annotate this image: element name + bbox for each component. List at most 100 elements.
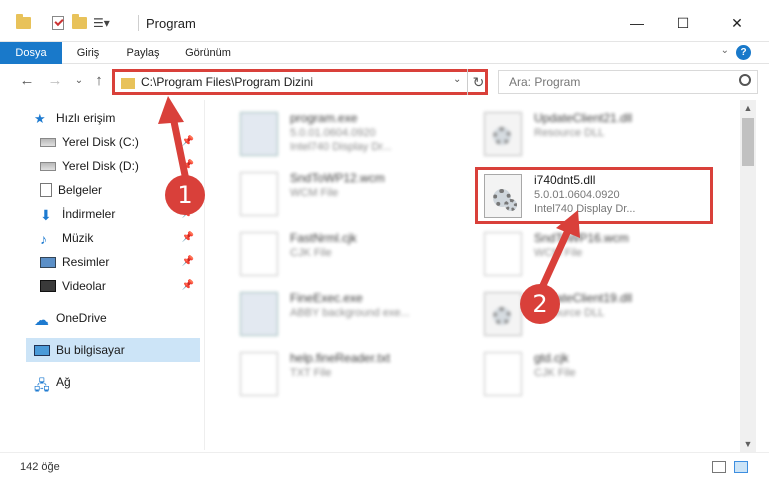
download-icon: ⬇ (40, 207, 52, 223)
address-bar[interactable]: C:\Program Files\Program Dizini ⌄ ↻ (112, 69, 488, 95)
file-name: program.exe (290, 111, 358, 125)
file-icon (484, 232, 522, 276)
help-icon[interactable]: ? (736, 45, 751, 60)
sidebar-item-label: Yerel Disk (D:) (62, 159, 139, 173)
status-bar: 142 öğe (0, 452, 769, 490)
music-icon: ♪ (40, 231, 47, 247)
file-item[interactable]: FastNrml.cjk CJK File (230, 224, 480, 280)
exe-icon (240, 112, 278, 156)
pictures-icon (40, 256, 56, 268)
up-button[interactable]: ↑ (90, 72, 108, 90)
file-item[interactable]: gtd.cjk CJK File (474, 344, 724, 400)
file-item[interactable]: FineExec.exe ABBY background exe... (230, 284, 480, 340)
item-count: 142 öğe (20, 461, 60, 473)
cloud-icon: ☁ (34, 312, 49, 329)
tab-share[interactable]: Paylaş (118, 42, 168, 64)
tab-home[interactable]: Giriş (66, 42, 110, 64)
navigation-bar: ← → ⌄ ↑ C:\Program Files\Program Dizini … (0, 64, 769, 100)
file-item[interactable]: SndToWP12.wcm WCM File (230, 164, 480, 220)
star-icon: ★ (34, 111, 46, 126)
title-bar: ☰▾ Program — ☐ ✕ (0, 0, 769, 42)
ribbon-expand-icon[interactable]: ⌄ (721, 45, 729, 56)
sidebar-item-music[interactable]: ♪ Müzik 📌 (40, 226, 200, 250)
recent-locations-button[interactable]: ⌄ (70, 72, 88, 90)
exe-icon (240, 292, 278, 336)
tab-view[interactable]: Görünüm (176, 42, 240, 64)
window-title: Program (146, 16, 196, 31)
pin-icon: 📌 (181, 280, 194, 291)
forward-button[interactable]: → (46, 72, 64, 90)
file-item[interactable]: program.exe 5.0.01.0604.0920 Intel740 Di… (230, 104, 480, 160)
document-icon (40, 183, 52, 197)
file-description: Intel740 Display Dr... (290, 141, 392, 153)
maximize-button[interactable]: ☐ (660, 8, 706, 38)
address-path[interactable]: C:\Program Files\Program Dizini (141, 75, 313, 89)
sidebar-item-pictures[interactable]: Resimler 📌 (40, 250, 200, 274)
sidebar-item-label: İndirmeler (62, 207, 116, 221)
navigation-pane: ★ Hızlı erişim Yerel Disk (C:) 📌 Yerel D… (0, 100, 205, 450)
computer-icon (34, 344, 50, 356)
sidebar-item-onedrive[interactable]: ☁ OneDrive (34, 306, 200, 330)
new-folder-icon[interactable] (72, 14, 87, 32)
sidebar-item-this-pc[interactable]: Bu bilgisayar (26, 338, 200, 362)
pin-icon: 📌 (181, 232, 194, 243)
callout-2: 2 (520, 284, 560, 324)
highlight-box (475, 167, 713, 224)
sidebar-item-network[interactable]: 🖧 Ağ (34, 370, 200, 394)
sidebar-item-label: Yerel Disk (C:) (62, 135, 139, 149)
network-icon: 🖧 (34, 377, 50, 393)
ribbon: Dosya Giriş Paylaş Görünüm ⌄ ? (0, 42, 769, 98)
file-name: help.fineReader.txt (290, 351, 391, 365)
search-input[interactable]: Ara: Program (498, 70, 758, 94)
disk-icon (40, 137, 56, 147)
folder-icon (121, 78, 135, 89)
file-item[interactable]: UpdateClient19.dll Resource DLL (474, 284, 724, 340)
pin-icon: 📌 (181, 160, 194, 171)
disk-icon (40, 161, 56, 171)
tiles-view-icon[interactable] (734, 461, 748, 473)
file-description: ABBY background exe... (290, 307, 410, 319)
dll-icon (484, 112, 522, 156)
back-button[interactable]: ← (18, 72, 36, 90)
sidebar-item-quick-access[interactable]: ★ Hızlı erişim (34, 106, 234, 130)
dll-icon (484, 292, 522, 336)
file-icon (240, 232, 278, 276)
close-button[interactable]: ✕ (714, 8, 760, 38)
file-type: TXT File (290, 367, 332, 379)
sidebar-item-disk-c[interactable]: Yerel Disk (C:) 📌 (40, 130, 200, 154)
file-icon (240, 352, 278, 396)
search-icon (739, 74, 751, 86)
refresh-button[interactable]: ↻ (467, 69, 489, 95)
pin-icon: 📌 (181, 256, 194, 267)
file-list: program.exe 5.0.01.0604.0920 Intel740 Di… (210, 100, 740, 450)
file-version: 5.0.01.0604.0920 (290, 127, 376, 139)
properties-icon[interactable] (52, 14, 64, 32)
callout-1: 1 (165, 175, 205, 215)
minimize-button[interactable]: — (614, 8, 660, 38)
file-type: CJK File (534, 367, 576, 379)
file-item[interactable]: SndToWP16.wcm WCM File (474, 224, 724, 280)
chevron-down-icon[interactable]: ⌄ (453, 74, 461, 85)
search-placeholder: Ara: Program (509, 75, 581, 89)
scroll-down-icon[interactable]: ▼ (740, 436, 756, 452)
sidebar-item-label: Belgeler (58, 183, 103, 197)
folder-icon (16, 14, 31, 32)
file-type: Resource DLL (534, 127, 605, 139)
file-icon (484, 352, 522, 396)
file-type: WCM File (290, 187, 339, 199)
vertical-scrollbar[interactable]: ▲ ▼ (740, 100, 756, 452)
sidebar-item-disk-d[interactable]: Yerel Disk (D:) 📌 (40, 154, 200, 178)
file-item[interactable]: UpdateClient21.dll Resource DLL (474, 104, 724, 160)
file-name: gtd.cjk (534, 351, 569, 365)
scroll-up-icon[interactable]: ▲ (740, 100, 756, 116)
details-view-icon[interactable] (712, 461, 726, 473)
customize-toolbar-icon[interactable]: ☰▾ (93, 14, 110, 32)
file-type: CJK File (290, 247, 332, 259)
file-name: FineExec.exe (290, 291, 363, 305)
sidebar-item-label: Müzik (62, 231, 94, 245)
file-name: SndToWP16.wcm (534, 231, 629, 245)
sidebar-item-videos[interactable]: Videolar 📌 (40, 274, 200, 298)
file-item[interactable]: help.fineReader.txt TXT File (230, 344, 480, 400)
file-type: WCM File (534, 247, 583, 259)
scrollbar-thumb[interactable] (742, 118, 754, 166)
